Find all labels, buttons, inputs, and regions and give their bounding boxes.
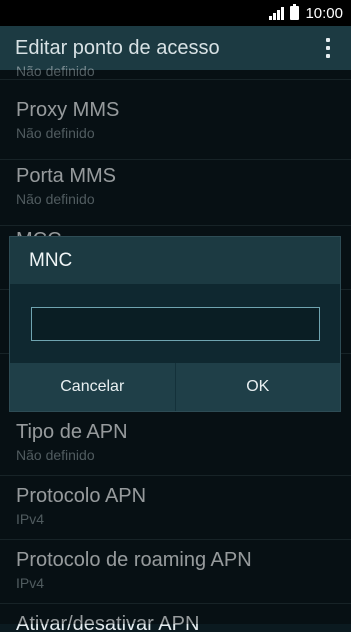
dialog-buttons: Cancelar OK xyxy=(10,363,340,411)
dialog-title: MNC xyxy=(10,237,340,284)
signal-icon xyxy=(269,6,285,20)
page-title: Editar ponto de acesso xyxy=(15,36,220,59)
ok-button[interactable]: OK xyxy=(176,363,341,411)
battery-icon xyxy=(290,4,300,20)
mnc-dialog: MNC Cancelar OK xyxy=(9,236,341,412)
mnc-input[interactable] xyxy=(31,307,320,341)
status-bar: 10:00 xyxy=(0,0,351,26)
cancel-button[interactable]: Cancelar xyxy=(10,363,175,411)
dialog-body xyxy=(10,284,340,364)
status-time: 10:00 xyxy=(305,4,343,22)
